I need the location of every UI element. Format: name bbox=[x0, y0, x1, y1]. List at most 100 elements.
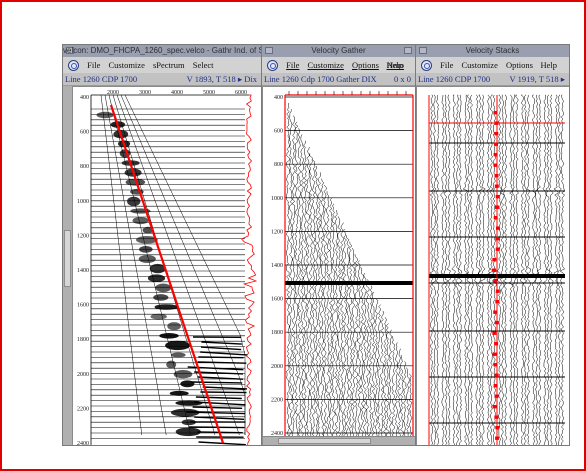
seismic-trace bbox=[365, 279, 370, 438]
window-title-bar[interactable]: Velocity Stacks bbox=[416, 45, 569, 57]
scrollbar-thumb[interactable] bbox=[278, 438, 372, 444]
time-tick-label: 1600 bbox=[77, 303, 89, 309]
menu-spectrum[interactable]: sPectrum bbox=[153, 57, 185, 73]
seismic-trace bbox=[323, 184, 327, 439]
menu-customize[interactable]: Customize bbox=[307, 57, 343, 73]
menu-bar: File Customize Options Help bbox=[416, 57, 569, 73]
semblance-band bbox=[195, 396, 242, 400]
info-bar: Line 1260 Cdp 1700 Gather DIX 0 x 0 bbox=[262, 73, 415, 86]
line-cdp-readout: Line 1260 CDP 1700 bbox=[418, 74, 491, 84]
menu-customize[interactable]: Customize bbox=[108, 57, 144, 73]
semblance-peak bbox=[159, 333, 179, 339]
menu-help[interactable]: Help bbox=[540, 57, 557, 73]
menu-bar: File Customize Options Nmo Help bbox=[262, 57, 415, 73]
stack-trace bbox=[465, 94, 472, 445]
semblance-band bbox=[200, 346, 242, 351]
semblance-peak bbox=[171, 352, 186, 358]
velocity-pick-marker bbox=[495, 436, 500, 440]
semblance-band bbox=[198, 356, 244, 359]
menu-options[interactable]: Options bbox=[506, 57, 533, 73]
horizontal-scrollbar[interactable] bbox=[263, 436, 415, 445]
menu-help[interactable]: Help bbox=[386, 57, 403, 73]
seismic-trace bbox=[334, 210, 339, 440]
stack-trace bbox=[559, 94, 565, 445]
velocity-pick-marker bbox=[494, 342, 499, 346]
seismic-trace bbox=[285, 103, 291, 438]
velocity-pick-marker bbox=[495, 247, 500, 251]
stack-trace bbox=[520, 94, 525, 445]
stack-trace bbox=[446, 94, 452, 445]
velocity-stacks-plot[interactable] bbox=[416, 86, 569, 445]
semblance-peak bbox=[153, 294, 169, 301]
seismic-trace bbox=[371, 291, 376, 438]
stack-trace bbox=[457, 94, 463, 445]
velocity-pick-marker bbox=[493, 216, 498, 220]
spectrum-canvas: 400 600 800 1000 1200 1400 1600 1800 2000 2200 240… bbox=[77, 90, 258, 445]
menu-file[interactable]: File bbox=[286, 57, 299, 73]
window-title-bar[interactable]: velcon: DMO_FHCPA_1260_spec.velco - Gath… bbox=[63, 45, 261, 57]
stack-trace bbox=[502, 94, 508, 445]
picked-velocity-line bbox=[109, 104, 225, 444]
seismic-trace bbox=[314, 165, 319, 439]
stack-trace bbox=[477, 94, 483, 445]
info-bar: Line 1260 CDP 1700 V 1893, T 518 ▸ Dix bbox=[63, 73, 261, 86]
semblance-band bbox=[192, 406, 243, 409]
stack-trace bbox=[536, 94, 542, 445]
velocity-pick-marker bbox=[493, 363, 498, 367]
time-tick-label: 1400 bbox=[77, 268, 89, 274]
scrollbar-thumb[interactable] bbox=[64, 229, 71, 287]
velocity-gather-window[interactable]: Velocity Gather File Customize Options N… bbox=[261, 44, 416, 446]
stacks-canvas bbox=[428, 94, 565, 445]
menu-file[interactable]: File bbox=[440, 57, 453, 73]
stack-trace bbox=[499, 94, 506, 445]
stack-trace bbox=[508, 94, 514, 445]
velocity-pick-marker bbox=[494, 321, 499, 325]
seismic-trace bbox=[363, 272, 367, 439]
seismic-trace bbox=[351, 247, 356, 438]
interval-velocity-curve bbox=[240, 94, 258, 445]
gather-canvas: 4006008001000120014001600180020002200240… bbox=[271, 91, 414, 440]
stack-trace bbox=[496, 94, 503, 445]
menu-file[interactable]: File bbox=[87, 57, 100, 73]
velocity-pick-marker bbox=[492, 268, 496, 272]
time-tick-label: 1200 bbox=[77, 233, 89, 239]
velocity-stacks-window[interactable]: Velocity Stacks File Customize Options H… bbox=[415, 44, 570, 446]
strong-reflector bbox=[285, 281, 413, 285]
seismic-trace bbox=[343, 228, 347, 439]
velocity-pick-marker bbox=[495, 426, 500, 430]
velocity-spectrum-window[interactable]: velcon: DMO_FHCPA_1260_spec.velco - Gath… bbox=[62, 44, 262, 446]
velocity-pick-marker bbox=[492, 405, 497, 409]
velocity-pick-marker bbox=[493, 384, 498, 388]
screenshot-frame: velcon: DMO_FHCPA_1260_spec.velco - Gath… bbox=[0, 0, 586, 471]
velocity-pick-marker bbox=[492, 331, 497, 335]
menu-customize[interactable]: Customize bbox=[461, 57, 497, 73]
stack-trace bbox=[553, 94, 559, 445]
seismic-trace bbox=[374, 298, 379, 437]
semblance-peak bbox=[150, 313, 167, 320]
menu-options[interactable]: Options bbox=[352, 57, 379, 73]
window-title-bar[interactable]: Velocity Gather bbox=[262, 45, 415, 57]
velocity-pick-marker bbox=[496, 226, 500, 230]
stack-trace bbox=[531, 94, 537, 445]
semblance-peak bbox=[147, 274, 166, 282]
seismic-trace bbox=[405, 367, 410, 439]
stack-trace bbox=[525, 94, 532, 445]
seismic-trace bbox=[348, 241, 353, 438]
seismic-trace bbox=[294, 121, 299, 439]
semblance-peak bbox=[139, 246, 153, 253]
velocity-tick-label: 6000 bbox=[235, 90, 247, 96]
velocity-gather-plot[interactable]: 400 600 800 1000 1200 1400 1600 1800 2000 2200 240… bbox=[262, 86, 415, 445]
seismic-trace bbox=[288, 109, 293, 438]
seismic-trace bbox=[382, 317, 387, 439]
menu-select[interactable]: Select bbox=[193, 57, 214, 73]
seismic-trace bbox=[317, 172, 322, 439]
velocity-spectrum-plot[interactable]: 400 600 800 1000 1200 1400 1600 1800 2000 2200 240… bbox=[72, 86, 261, 445]
stack-trace bbox=[443, 94, 449, 445]
seismic-trace bbox=[380, 310, 384, 439]
seismic-trace bbox=[368, 285, 373, 438]
seismic-trace bbox=[340, 222, 345, 439]
window-maximize-button[interactable] bbox=[404, 47, 412, 54]
time-tick-label: 1800 bbox=[77, 337, 89, 343]
velocity-pick-marker bbox=[494, 132, 499, 136]
semblance-peak bbox=[127, 196, 141, 207]
